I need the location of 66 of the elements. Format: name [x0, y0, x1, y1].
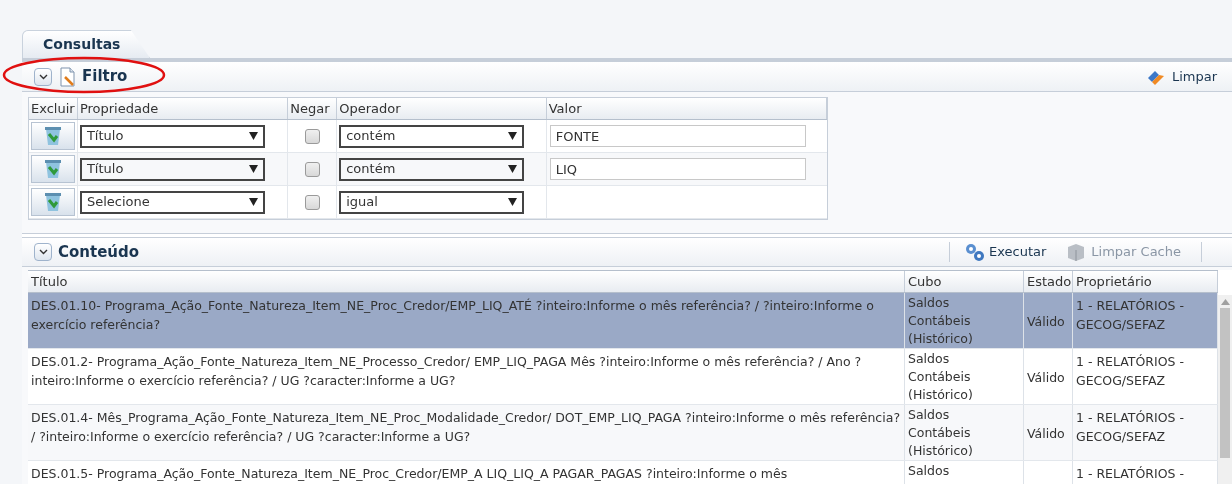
table-row[interactable] [28, 349, 1218, 405]
operator-dropdown[interactable]: contém [339, 157, 525, 181]
column-header: Valor [546, 98, 827, 119]
operator-dropdown[interactable]: igual [339, 190, 525, 214]
table-cell-text: Saldos Contábeis (Histórico) [908, 350, 974, 404]
column-header: Operador [337, 98, 547, 119]
table-cell-text: Válido [1027, 424, 1065, 443]
gears-icon [964, 242, 985, 262]
dropdown-arrow-icon [248, 132, 258, 140]
negate-checkbox[interactable] [304, 161, 320, 177]
property-dropdown[interactable]: Título [79, 124, 265, 148]
table-cell-text: 1 - RELATÓRIOS - GECOG/SEFAZ [1076, 353, 1185, 390]
table-cell-text: 1 - RELATÓRIOS - GECOG/SEFAZ [1076, 409, 1185, 446]
negate-checkbox[interactable] [304, 128, 320, 144]
chevron-down-icon [38, 73, 48, 80]
property-dropdown[interactable]: Selecione [79, 190, 265, 214]
negate-checkbox[interactable] [304, 194, 320, 210]
table-cell-text: 1 - RELATÓRIOS - [1076, 465, 1184, 483]
table-cell-text: Saldos Contábeis (Histórico) [908, 406, 974, 460]
clear-cache-button: Limpar Cache [1066, 242, 1181, 262]
table-cell-text: DES.01.5- Programa_Ação_Fonte_Natureza_Item_NE_Proc_Credor/EMP_A LIQ_LIQ_A PAGAR_PAGAS ?inteiro:Informe o mês [31, 465, 788, 483]
scrollbar[interactable] [1218, 295, 1232, 484]
chevron-down-icon [38, 249, 48, 255]
table-cell-text: DES.01.10- Programa_Ação_Fonte_Natureza_Item_NE_Proc_Credor/EMP_LIQ_ATÉ ?inteiro:Informe o mês referência? / ?inteiro:Informe o exercício referência? [31, 297, 875, 334]
table-cell-text: Saldos Contábeis (Histórico) [908, 294, 974, 348]
value-field[interactable]: FONTE [549, 125, 806, 147]
table-cell-text: 1 - RELATÓRIOS - GECOG/SEFAZ [1076, 297, 1185, 334]
operator-dropdown[interactable]: contém [339, 124, 525, 148]
panel-title: Filtro [82, 66, 128, 88]
collapse-toggle[interactable] [34, 243, 52, 261]
dropdown-arrow-icon [248, 198, 258, 206]
dropdown-arrow-icon [508, 132, 518, 140]
value-field[interactable]: LIQ [549, 158, 806, 180]
execute-button[interactable]: Executar [964, 242, 1047, 262]
table-cell: Saldos [908, 462, 950, 480]
panel-title: Conteúdo [58, 241, 140, 263]
dropdown-arrow-icon [508, 198, 518, 206]
column-header: Excluir [29, 98, 78, 119]
column-header: Título [28, 271, 905, 292]
document-pencil-icon [58, 66, 76, 87]
table-cell-text: DES.01.2- Programa_Ação_Fonte_Natureza_Item_NE_Processo_Credor/ EMP_LIQ_PAGA Mês ?inteiro:Informe o mês referência? / Ano ?inteiro:Informe o exercício referência? / UG ?caracter:Informe a UG? [31, 353, 863, 390]
trash-icon [44, 192, 61, 212]
dropdown-arrow-icon [508, 165, 518, 173]
property-dropdown[interactable]: Título [79, 157, 265, 181]
scroll-up-arrow-icon[interactable] [1220, 299, 1230, 305]
delete-button[interactable] [30, 188, 75, 216]
table-row[interactable] [28, 405, 1218, 461]
table-cell-text: DES.01.4- Mês_Programa_Ação_Fonte_Natureza_Item_NE_Proc_Modalidade_Credor/ DOT_EMP_LIQ_PAGA ?inteiro:Informe o mês referência? / ?inteiro:Informe o exercício referência? / UG ?caracter:Informe a UG? [31, 409, 901, 446]
trash-icon [44, 159, 61, 179]
table-row[interactable] [28, 293, 1218, 349]
table-cell-text: Válido [1027, 368, 1065, 387]
tab[interactable]: Consultas [22, 30, 150, 58]
column-header: Propriedade [77, 98, 289, 119]
dropdown-arrow-icon [248, 165, 258, 173]
table-cell-text: Válido [1027, 312, 1065, 331]
clear-button[interactable]: Limpar [1145, 66, 1217, 87]
column-header: Negar [288, 98, 338, 119]
collapse-toggle[interactable] [34, 67, 52, 86]
delete-button[interactable] [30, 122, 75, 150]
scrollbar-thumb[interactable] [1220, 308, 1230, 458]
column-header: Cubo [905, 271, 1024, 292]
server-icon [1066, 242, 1087, 262]
column-header: Proprietário [1073, 271, 1218, 292]
trash-icon [44, 126, 61, 146]
delete-button[interactable] [30, 155, 75, 183]
column-header: Estado [1024, 271, 1073, 292]
